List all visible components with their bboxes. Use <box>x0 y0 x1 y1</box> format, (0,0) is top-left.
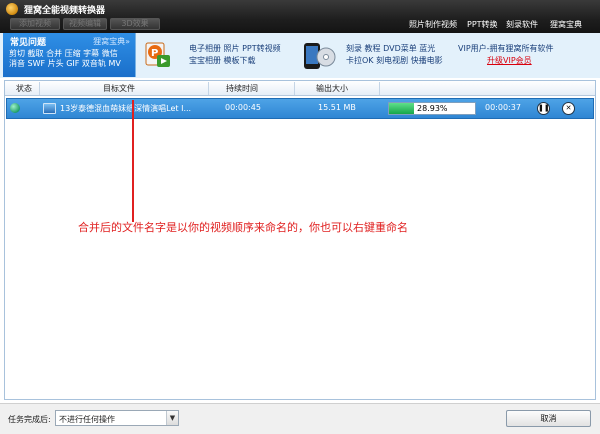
edit-video-button[interactable]: 视频编辑 <box>63 18 107 30</box>
pause-icon: ❚❚ <box>538 104 550 112</box>
menu-liwo-guide[interactable]: 狸窝宝典 <box>550 19 582 30</box>
pause-button[interactable]: ❚❚ <box>537 102 550 115</box>
column-output-size[interactable]: 输出大小 <box>316 83 348 94</box>
row-duration: 00:00:45 <box>225 103 261 112</box>
faq-panel: 常见问题 狸窝宝典» 剪切 截取 合并 压缩 字幕 微信 消音 SWF 片头 G… <box>3 33 136 77</box>
task-list: 状态 目标文件 持续时间 输出大小 13岁泰德混血萌妹纸深情演唱Let I...… <box>4 80 596 400</box>
status-converting-icon <box>10 103 20 113</box>
close-icon: ✕ <box>565 104 572 112</box>
menu-photo-to-video[interactable]: 照片制作视频 <box>409 19 457 30</box>
column-status[interactable]: 状态 <box>16 83 32 94</box>
target-file-name: 13岁泰德混血萌妹纸深情演唱Let I... <box>60 104 192 113</box>
title-bar: 狸窝全能视频转换器 添加视频 视频编辑 3D效果 照片制作视频 PPT转换 刻录… <box>0 0 600 33</box>
burn-links-row-1[interactable]: 刻录 教程 DVD菜单 蓝光 <box>346 43 435 54</box>
progress-fill <box>389 103 414 114</box>
after-task-label: 任务完成后: <box>8 415 51 424</box>
burn-links-row-2[interactable]: 卡拉OK 刻电视剧 快播电影 <box>346 55 443 66</box>
column-duration[interactable]: 持续时间 <box>226 83 258 94</box>
row-elapsed-time: 00:00:37 <box>485 103 521 112</box>
dvd-burn-icon[interactable] <box>302 41 336 71</box>
footer-bar: 任务完成后: 不进行任何操作 ▼ 取消 <box>0 403 600 434</box>
faq-links-row-2[interactable]: 消音 SWF 片头 GIF 双音轨 MV <box>9 58 121 69</box>
faq-title[interactable]: 常见问题 <box>10 35 46 48</box>
ppt-icon[interactable]: P <box>145 41 171 69</box>
annotation-pointer-line <box>132 100 134 222</box>
video-file-icon <box>43 103 56 114</box>
after-task-select[interactable]: 不进行任何操作 ▼ <box>55 410 179 426</box>
ppt-links-row-2[interactable]: 宝宝相册 模板下载 <box>189 55 256 66</box>
stop-button[interactable]: ✕ <box>562 102 575 115</box>
list-header: 状态 目标文件 持续时间 输出大小 <box>5 81 595 96</box>
promo-banner: 常见问题 狸窝宝典» 剪切 截取 合并 压缩 字幕 微信 消音 SWF 片头 G… <box>0 33 600 78</box>
cancel-button[interactable]: 取消 <box>506 410 591 427</box>
after-task-value: 不进行任何操作 <box>59 415 115 424</box>
table-row[interactable]: 13岁泰德混血萌妹纸深情演唱Let I... 00:00:45 15.51 MB… <box>6 98 594 119</box>
3d-effect-button[interactable]: 3D效果 <box>110 18 160 30</box>
add-video-button[interactable]: 添加视频 <box>10 18 60 30</box>
window-title: 狸窝全能视频转换器 <box>24 6 106 16</box>
conversion-progress-bar: 28.93% <box>388 102 476 115</box>
upgrade-vip-link[interactable]: 升级VIP会员 <box>487 55 532 66</box>
annotation-text: 合并后的文件名字是以你的视频顺序来命名的，你也可以右键重命名 <box>78 221 408 234</box>
faq-guide-link[interactable]: 狸窝宝典» <box>93 36 130 47</box>
row-output-size: 15.51 MB <box>318 103 356 112</box>
column-divider <box>208 82 209 95</box>
progress-percent: 28.93% <box>417 104 448 113</box>
column-divider <box>379 82 380 95</box>
column-target-file[interactable]: 目标文件 <box>103 83 135 94</box>
menu-burn-software[interactable]: 刻录软件 <box>506 19 538 30</box>
chevron-down-icon[interactable]: ▼ <box>166 411 178 425</box>
ppt-links-row-1[interactable]: 电子相册 照片 PPT转视频 <box>189 43 281 54</box>
menu-ppt-convert[interactable]: PPT转换 <box>467 19 498 30</box>
column-divider <box>294 82 295 95</box>
app-logo-icon <box>6 3 18 15</box>
column-divider <box>39 82 40 95</box>
vip-description[interactable]: VIP用户-拥有狸窝所有软件 <box>458 43 554 54</box>
